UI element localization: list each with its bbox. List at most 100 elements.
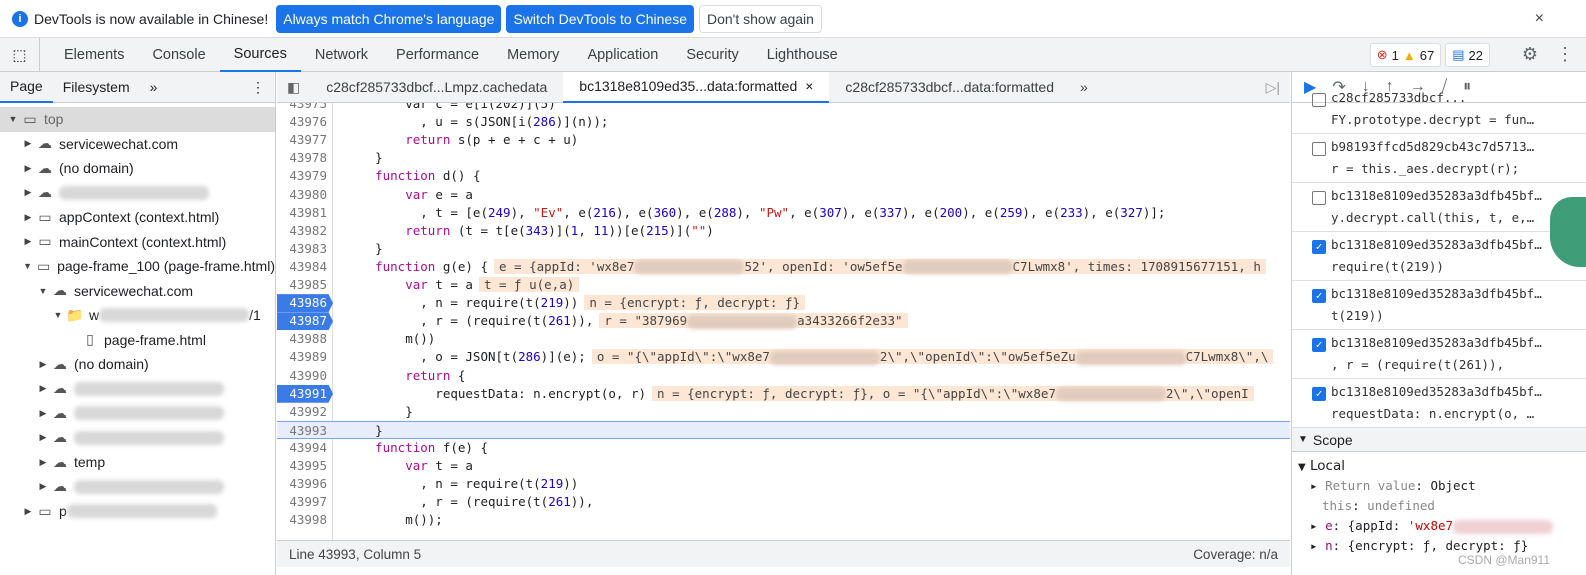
- scope-section-header[interactable]: ▼ Scope: [1292, 428, 1586, 452]
- messages-counter[interactable]: ▤ 22: [1445, 43, 1490, 67]
- tree-item[interactable]: ▼ ▭ top: [0, 107, 275, 132]
- breakpoint-item[interactable]: ✓ bc1318e8109ed35283a3dfb45bf… , r = (requ…: [1292, 330, 1586, 379]
- tab-sources[interactable]: Sources: [219, 38, 301, 72]
- breakpoint-checkbox[interactable]: ✓: [1312, 387, 1326, 401]
- file-tab[interactable]: c28cf285733dbcf...data:formatted: [829, 72, 1070, 103]
- code-line[interactable]: 43987 , r = (require(t(261)), r = "387969…: [277, 312, 1290, 331]
- code-line[interactable]: 43993 }: [277, 420, 1290, 440]
- tree-item[interactable]: ▶ ▭ p: [0, 499, 275, 524]
- line-number[interactable]: 43983: [277, 240, 333, 258]
- tree-arrow-icon[interactable]: ▶: [21, 187, 35, 198]
- code-line[interactable]: 43990 return {: [277, 367, 1290, 385]
- breakpoint-line-number[interactable]: 43986: [277, 294, 333, 313]
- code-line[interactable]: 43992 }: [277, 403, 1290, 421]
- tree-arrow-icon[interactable]: ▶: [21, 506, 35, 517]
- line-number[interactable]: 43996: [277, 475, 333, 493]
- code-line[interactable]: 43983 }: [277, 240, 1290, 258]
- breakpoint-item[interactable]: b98193ffcd5d829cb43c7d5713… r = this._aes…: [1292, 134, 1586, 183]
- line-number[interactable]: 43981: [277, 204, 333, 222]
- breakpoint-checkbox[interactable]: ✓: [1312, 240, 1326, 254]
- code-line[interactable]: 43995 var t = a: [277, 457, 1290, 475]
- tree-arrow-icon[interactable]: ▶: [36, 383, 50, 394]
- tree-arrow-icon[interactable]: ▶: [36, 481, 50, 492]
- navigator-menu-icon[interactable]: ⋮: [241, 79, 275, 96]
- code-line[interactable]: 43979 function d() {: [277, 167, 1290, 185]
- file-tab[interactable]: c28cf285733dbcf...Lmpz.cachedata: [310, 72, 563, 103]
- toggle-debugger-icon[interactable]: ▷|: [1256, 79, 1290, 96]
- code-line[interactable]: 43986 , n = require(t(219)) n = {encrypt:…: [277, 294, 1290, 313]
- tab-lighthouse[interactable]: Lighthouse: [753, 38, 852, 72]
- tab-console[interactable]: Console: [138, 38, 219, 72]
- line-number[interactable]: 43990: [277, 367, 333, 385]
- line-number[interactable]: 43979: [277, 167, 333, 185]
- line-number[interactable]: 43976: [277, 113, 333, 131]
- tree-item[interactable]: ▶ ☁: [0, 401, 275, 426]
- tree-arrow-icon[interactable]: ▶: [21, 138, 35, 149]
- breakpoint-item[interactable]: bc1318e8109ed35283a3dfb45bf… y.decrypt.ca…: [1292, 183, 1586, 232]
- code-line[interactable]: 43982 return (t = t[e(343)](1, 11))[e(21…: [277, 222, 1290, 240]
- line-number[interactable]: 43988: [277, 330, 333, 348]
- breakpoint-item[interactable]: ✓ bc1318e8109ed35283a3dfb45bf… t(219)): [1292, 281, 1586, 330]
- scope-e[interactable]: ▸ e: {appId: 'wx8e7: [1298, 516, 1580, 536]
- line-number[interactable]: 43993: [277, 422, 333, 440]
- line-number[interactable]: 43980: [277, 186, 333, 204]
- line-number[interactable]: 43984: [277, 258, 333, 276]
- breakpoint-checkbox[interactable]: [1312, 191, 1326, 205]
- code-line[interactable]: 43977 return s(p + e + c + u): [277, 131, 1290, 149]
- scope-local[interactable]: ▼ Local: [1298, 456, 1580, 476]
- code-line[interactable]: 43975 var c = e[i(202)](5): [277, 103, 1290, 113]
- code-line[interactable]: 43976 , u = s(JSON[i(286)](n));: [277, 113, 1290, 131]
- line-number[interactable]: 43998: [277, 511, 333, 529]
- code-line[interactable]: 43998 m());: [277, 511, 1290, 529]
- code-line[interactable]: 43997 , r = (require(t(261)),: [277, 493, 1290, 511]
- more-tabs-icon[interactable]: »: [140, 79, 168, 95]
- tree-item[interactable]: ▶ ☁: [0, 426, 275, 451]
- tree-item[interactable]: ▶ ▭ mainContext (context.html): [0, 230, 275, 255]
- breakpoint-item[interactable]: ✓ bc1318e8109ed35283a3dfb45bf… require(t(2…: [1292, 232, 1586, 281]
- issues-counter[interactable]: ⊗ 1 ▲ 67: [1369, 43, 1442, 67]
- line-number[interactable]: 43985: [277, 276, 333, 294]
- breakpoint-line-number[interactable]: 43991: [277, 384, 333, 403]
- more-options-icon[interactable]: ⋮: [1556, 44, 1574, 65]
- tree-item[interactable]: ▼ ▭ page-frame_100 (page-frame.html): [0, 254, 275, 279]
- line-number[interactable]: 43975: [277, 103, 333, 113]
- tree-arrow-icon[interactable]: ▶: [36, 359, 50, 370]
- tree-arrow-icon[interactable]: ▼: [51, 310, 65, 320]
- tree-item[interactable]: ▶ ☁ (no domain): [0, 156, 275, 181]
- breakpoint-checkbox[interactable]: ✓: [1312, 289, 1326, 303]
- code-line[interactable]: 43991 requestData: n.encrypt(o, r) n = {e…: [277, 384, 1290, 403]
- tab-application[interactable]: Application: [573, 38, 672, 72]
- dont-show-again-button[interactable]: Don't show again: [698, 4, 822, 33]
- tree-item[interactable]: ▼ 📁 w/1: [0, 303, 275, 328]
- tab-elements[interactable]: Elements: [50, 38, 138, 72]
- close-icon[interactable]: ×: [1535, 10, 1544, 28]
- code-line[interactable]: 43994 function f(e) {: [277, 439, 1290, 457]
- tree-arrow-icon[interactable]: ▼: [6, 114, 20, 124]
- tree-arrow-icon[interactable]: ▼: [36, 286, 50, 296]
- breakpoint-checkbox[interactable]: ✓: [1312, 338, 1326, 352]
- line-number[interactable]: 43978: [277, 149, 333, 167]
- code-editor[interactable]: 43975 var c = e[i(202)](5) 43976 , u = s(…: [277, 103, 1290, 540]
- code-line[interactable]: 43984 function g(e) {e = {appId: 'wx8e7 5…: [277, 258, 1290, 276]
- breakpoint-item[interactable]: ✓ bc1318e8109ed35283a3dfb45bf… requestData…: [1292, 379, 1586, 428]
- code-line[interactable]: 43980 var e = a: [277, 186, 1290, 204]
- tab-security[interactable]: Security: [672, 38, 752, 72]
- tree-item[interactable]: ▶ ☁: [0, 475, 275, 500]
- line-number[interactable]: 43977: [277, 131, 333, 149]
- line-number[interactable]: 43982: [277, 222, 333, 240]
- toggle-navigator-icon[interactable]: ◧: [277, 79, 310, 96]
- tab-page[interactable]: Page: [0, 72, 53, 103]
- tree-item[interactable]: ▶ ☁ temp: [0, 450, 275, 475]
- breakpoint-checkbox[interactable]: [1312, 93, 1326, 107]
- more-files-icon[interactable]: »: [1070, 79, 1098, 95]
- tree-item[interactable]: ▶ ☁: [0, 181, 275, 206]
- tree-arrow-icon[interactable]: ▶: [36, 432, 50, 443]
- tab-network[interactable]: Network: [301, 38, 382, 72]
- settings-gear-icon[interactable]: ⚙: [1522, 44, 1538, 65]
- code-line[interactable]: 43989 , o = JSON[t(286)](e); o = "{\"appI…: [277, 348, 1290, 366]
- code-line[interactable]: 43981 , t = [e(249), "Ev", e(216), e(360…: [277, 204, 1290, 222]
- line-number[interactable]: 43995: [277, 457, 333, 475]
- breakpoint-item[interactable]: c28cf285733dbcf... FY.prototype.decrypt =…: [1292, 85, 1586, 134]
- code-line[interactable]: 43996 , n = require(t(219)): [277, 475, 1290, 493]
- tree-arrow-icon[interactable]: ▶: [21, 212, 35, 223]
